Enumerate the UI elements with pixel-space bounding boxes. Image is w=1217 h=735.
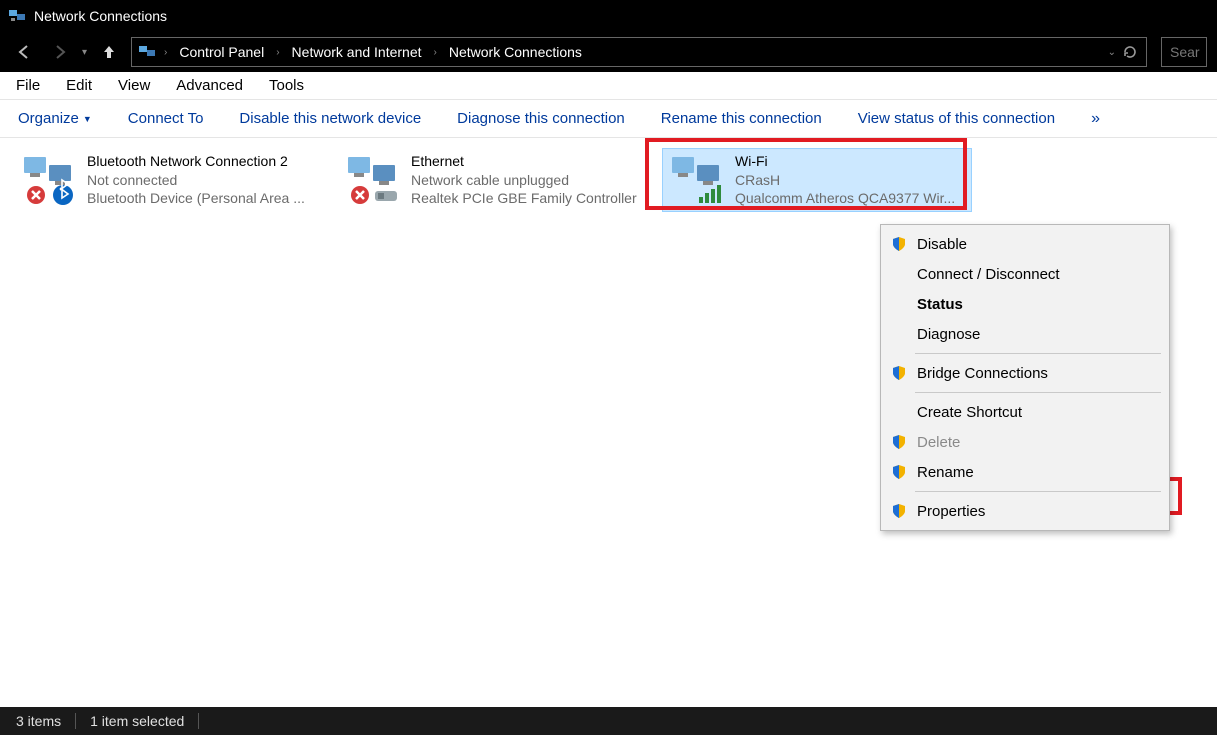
ctx-diagnose[interactable]: Diagnose [883,319,1167,349]
cmd-rename[interactable]: Rename this connection [661,110,822,127]
window-titlebar: Network Connections [0,0,1217,32]
cmd-diagnose[interactable]: Diagnose this connection [457,110,625,127]
separator [915,491,1161,492]
ctx-label: Create Shortcut [917,404,1022,421]
adapter-name: Ethernet [411,152,637,171]
adapter-icon [669,153,725,207]
adapter-item-ethernet[interactable]: Ethernet Network cable unplugged Realtek… [338,148,648,212]
shield-icon [889,363,909,383]
search-input[interactable]: Sear [1161,37,1207,67]
adapter-status: CRasH [735,171,955,190]
menu-advanced[interactable]: Advanced [172,75,247,96]
menu-bar: File Edit View Advanced Tools [0,72,1217,100]
status-item-count: 3 items [16,713,61,729]
menu-tools[interactable]: Tools [265,75,308,96]
breadcrumb-item[interactable]: Network Connections [445,42,586,62]
ctx-label: Diagnose [917,326,980,343]
window-title: Network Connections [34,8,167,24]
app-icon [8,7,26,25]
ctx-label: Properties [917,503,985,520]
cmd-view-status[interactable]: View status of this connection [858,110,1055,127]
nav-forward-button[interactable] [46,38,74,66]
ctx-label: Delete [917,434,960,451]
shield-icon [889,234,909,254]
context-menu: Disable Connect / Disconnect Status Diag… [880,224,1170,531]
menu-view[interactable]: View [114,75,154,96]
adapter-name: Bluetooth Network Connection 2 [87,152,305,171]
ctx-rename[interactable]: Rename [883,457,1167,487]
ctx-create-shortcut[interactable]: Create Shortcut [883,397,1167,427]
menu-file[interactable]: File [12,75,44,96]
chevron-right-icon: › [274,47,281,58]
adapter-list: Bluetooth Network Connection 2 Not conne… [14,148,1203,212]
ctx-label: Status [917,296,963,313]
ctx-connect[interactable]: Connect / Disconnect [883,259,1167,289]
recent-locations-dropdown[interactable]: ▾ [82,47,87,58]
adapter-icon [21,153,77,207]
ctx-label: Connect / Disconnect [917,266,1060,283]
address-icon [138,43,156,61]
separator [75,713,76,729]
adapter-device: Realtek PCIe GBE Family Controller [411,189,637,208]
ctx-label: Bridge Connections [917,365,1048,382]
chevron-right-icon: › [162,47,169,58]
separator [198,713,199,729]
adapter-status: Network cable unplugged [411,171,637,190]
adapter-item-bluetooth[interactable]: Bluetooth Network Connection 2 Not conne… [14,148,324,212]
status-selection: 1 item selected [90,713,184,729]
adapter-device: Bluetooth Device (Personal Area ... [87,189,305,208]
ctx-properties[interactable]: Properties [883,496,1167,526]
menu-edit[interactable]: Edit [62,75,96,96]
search-placeholder: Sear [1170,44,1200,60]
organize-dropdown[interactable]: Organize▼ [18,110,92,127]
nav-back-button[interactable] [10,38,38,66]
nav-up-button[interactable] [95,38,123,66]
address-row: ▾ › Control Panel › Network and Internet… [0,32,1217,72]
refresh-button[interactable] [1120,42,1140,62]
ctx-label: Disable [917,236,967,253]
status-bar: 3 items 1 item selected [0,707,1217,735]
adapter-name: Wi-Fi [735,152,955,171]
cmd-connect-to[interactable]: Connect To [128,110,204,127]
breadcrumb-item[interactable]: Network and Internet [288,42,426,62]
command-bar: Organize▼ Connect To Disable this networ… [0,100,1217,138]
adapter-device: Qualcomm Atheros QCA9377 Wir... [735,189,955,208]
ctx-status[interactable]: Status [883,289,1167,319]
adapter-icon [345,153,401,207]
separator [915,392,1161,393]
shield-icon [889,432,909,452]
ctx-label: Rename [917,464,974,481]
adapter-item-wifi[interactable]: Wi-Fi CRasH Qualcomm Atheros QCA9377 Wir… [662,148,972,212]
shield-icon [889,462,909,482]
ctx-disable[interactable]: Disable [883,229,1167,259]
breadcrumb-item[interactable]: Control Panel [175,42,268,62]
cmd-disable-device[interactable]: Disable this network device [239,110,421,127]
separator [915,353,1161,354]
ctx-delete[interactable]: Delete [883,427,1167,457]
chevron-right-icon: › [432,47,439,58]
address-dropdown[interactable]: ⌄ [1108,47,1116,58]
address-bar[interactable]: › Control Panel › Network and Internet ›… [131,37,1147,67]
ctx-bridge[interactable]: Bridge Connections [883,358,1167,388]
content-area: Bluetooth Network Connection 2 Not conne… [0,138,1217,707]
cmd-overflow[interactable]: » [1091,110,1100,128]
shield-icon [889,501,909,521]
adapter-status: Not connected [87,171,305,190]
